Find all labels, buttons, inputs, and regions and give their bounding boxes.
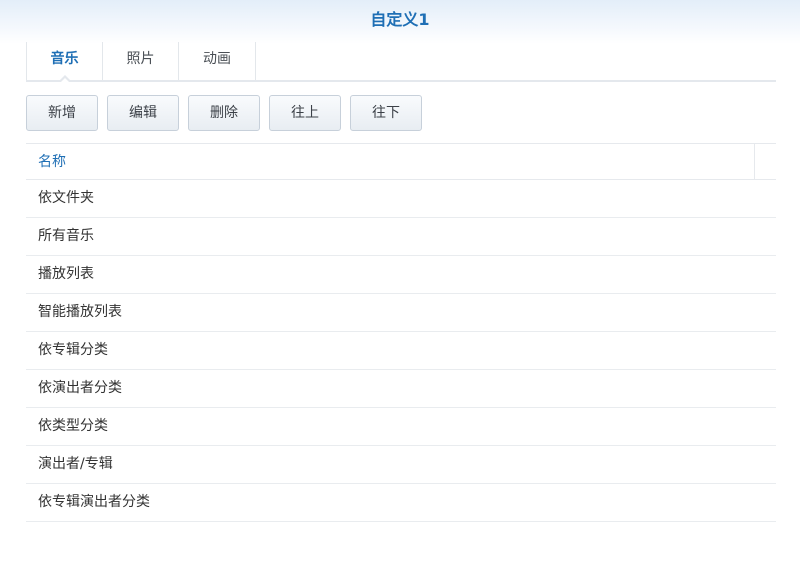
move-up-button[interactable]: 往上: [269, 95, 341, 131]
tab-photos[interactable]: 照片: [103, 42, 179, 80]
tab-photos-label: 照片: [126, 51, 155, 67]
move-down-button[interactable]: 往下: [350, 95, 422, 131]
active-tab-indicator: [57, 75, 72, 83]
edit-button[interactable]: 编辑: [107, 95, 179, 131]
tab-music[interactable]: 音乐: [26, 42, 103, 83]
table-row[interactable]: 依专辑演出者分类: [26, 484, 776, 522]
custom-settings-window: 自定义1 音乐 照片 动画 新增 编辑 删除 往上 往下 名称 依文件夹 所有音…: [0, 0, 800, 573]
column-divider[interactable]: [754, 144, 755, 180]
tab-video-label: 动画: [203, 51, 231, 67]
tab-bar: 音乐 照片 动画: [26, 42, 776, 83]
table-row[interactable]: 播放列表: [26, 256, 776, 294]
table-row[interactable]: 演出者/专辑: [26, 446, 776, 484]
table-row[interactable]: 依类型分类: [26, 408, 776, 446]
tab-video[interactable]: 动画: [179, 42, 256, 80]
table-row[interactable]: 智能播放列表: [26, 294, 776, 332]
table-row[interactable]: 依专辑分类: [26, 332, 776, 370]
table-row[interactable]: 依演出者分类: [26, 370, 776, 408]
tab-music-label: 音乐: [50, 51, 79, 67]
add-button[interactable]: 新增: [26, 95, 98, 131]
table-header: 名称: [26, 143, 776, 180]
toolbar: 新增 编辑 删除 往上 往下: [26, 95, 422, 131]
column-header-name[interactable]: 名称: [38, 144, 66, 180]
table-row[interactable]: 依文件夹: [26, 180, 776, 218]
delete-button[interactable]: 删除: [188, 95, 260, 131]
window-title: 自定义1: [370, 10, 430, 29]
table-row[interactable]: 所有音乐: [26, 218, 776, 256]
category-table: 名称 依文件夹 所有音乐 播放列表 智能播放列表 依专辑分类 依演出者分类 依类…: [26, 143, 776, 522]
